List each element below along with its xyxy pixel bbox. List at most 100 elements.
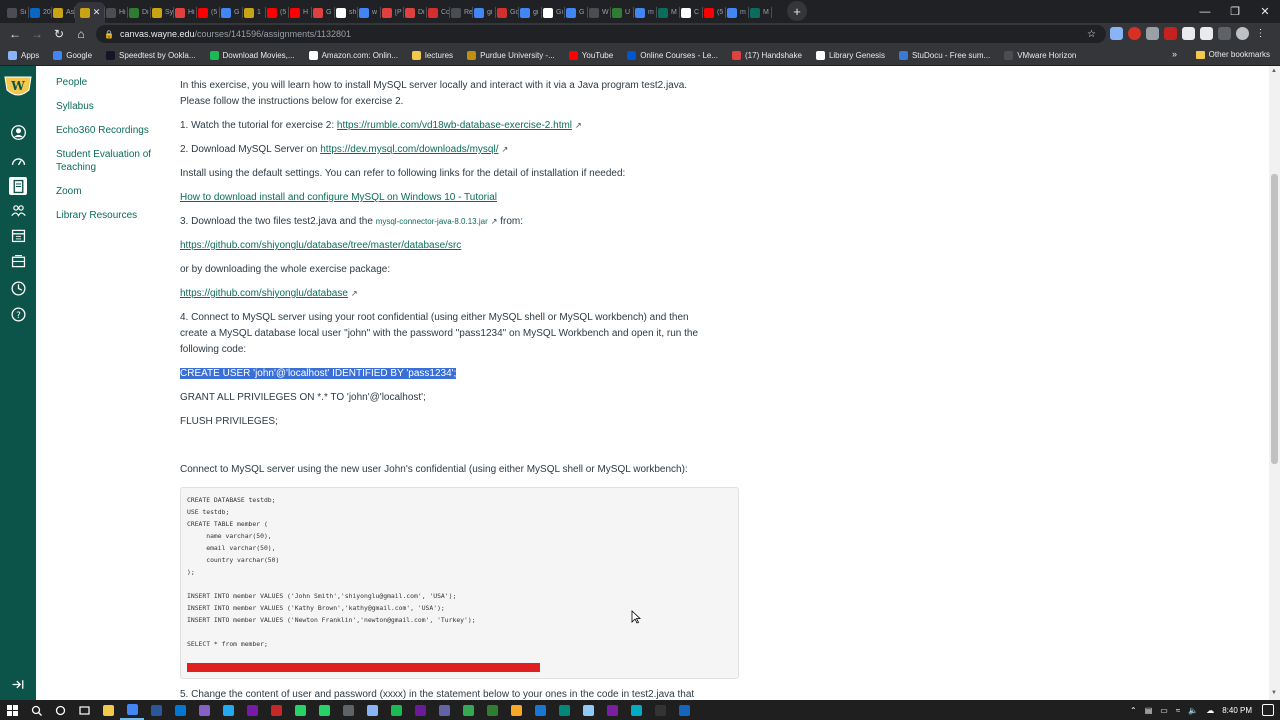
start-button[interactable]: [0, 700, 24, 720]
new-tab-button[interactable]: +: [787, 1, 807, 21]
courses-icon[interactable]: [9, 177, 27, 195]
volume-icon[interactable]: 🔈: [1188, 706, 1198, 715]
browser-tab[interactable]: w: [358, 2, 381, 23]
taskbar-onenote-icon[interactable]: [240, 700, 264, 720]
browser-tab[interactable]: G: [312, 2, 335, 23]
browser-tab[interactable]: (5: [703, 2, 726, 23]
taskbar-visual-studio-icon[interactable]: [192, 700, 216, 720]
browser-tab[interactable]: G: [220, 2, 243, 23]
install-tutorial-link[interactable]: How to download install and configure My…: [180, 190, 497, 206]
course-nav-student-evaluation[interactable]: Student Evaluation of Teaching: [56, 148, 156, 174]
browser-tab[interactable]: m: [726, 2, 749, 23]
taskbar-app-cyan-icon[interactable]: [624, 700, 648, 720]
browser-tab[interactable]: 20: [29, 2, 52, 23]
extension-gray-icon[interactable]: [1146, 27, 1159, 40]
bookmark-item[interactable]: Download Movies,...: [209, 50, 295, 60]
scroll-up-arrow-icon[interactable]: ▲: [1271, 68, 1277, 74]
bookmark-item[interactable]: Library Genesis: [815, 50, 885, 60]
inbox-icon[interactable]: [8, 251, 28, 271]
bookmark-star-icon[interactable]: ☆: [1087, 29, 1096, 40]
browser-tab[interactable]: As: [52, 2, 75, 23]
taskbar-vscode-icon[interactable]: [216, 700, 240, 720]
connector-jar-link[interactable]: mysql-connector-java-8.0.13.jar: [376, 217, 488, 226]
browser-tab[interactable]: W: [588, 2, 611, 23]
browser-tab[interactable]: Di: [128, 2, 151, 23]
browser-tab[interactable]: Go: [496, 2, 519, 23]
github-src-link[interactable]: https://github.com/shiyonglu/database/tr…: [180, 238, 461, 254]
taskbar-file-explorer-icon[interactable]: [96, 700, 120, 720]
scrollbar-thumb[interactable]: [1271, 174, 1278, 464]
bookmark-item[interactable]: (17) Handshake: [732, 50, 802, 60]
reading-list-icon[interactable]: [1200, 27, 1213, 40]
home-icon[interactable]: ⌂: [70, 23, 92, 45]
cortana-icon[interactable]: [48, 700, 72, 720]
onedrive-icon[interactable]: ☁: [1206, 706, 1214, 715]
help-icon[interactable]: ?: [8, 304, 28, 324]
bookmark-item[interactable]: Apps: [8, 50, 39, 60]
page-scrollbar[interactable]: ▲ ▼: [1269, 66, 1280, 700]
taskbar-app-lightblue-icon[interactable]: [576, 700, 600, 720]
browser-tab[interactable]: Di: [404, 2, 427, 23]
forward-icon[interactable]: →: [26, 23, 48, 45]
battery-icon[interactable]: ▭: [1160, 706, 1168, 715]
browser-tab[interactable]: Si: [6, 2, 29, 23]
bookmark-item[interactable]: Amazon.com: Onlin...: [308, 50, 398, 60]
taskbar-whatsapp-icon[interactable]: [288, 700, 312, 720]
other-bookmarks[interactable]: Other bookmarks: [1195, 50, 1270, 59]
bookmark-item[interactable]: Speedtest by Ookla...: [106, 50, 196, 60]
browser-tab[interactable]: C: [680, 2, 703, 23]
bookmark-item[interactable]: Purdue University -...: [467, 50, 555, 60]
taskbar-terminal-icon[interactable]: [648, 700, 672, 720]
browser-tab[interactable]: H: [289, 2, 312, 23]
browser-tab[interactable]: U: [611, 2, 634, 23]
show-hidden-icons-chevron-icon[interactable]: ⌃: [1130, 706, 1137, 715]
course-nav-library-resources[interactable]: Library Resources: [56, 209, 137, 222]
taskbar-app-red-icon[interactable]: [264, 700, 288, 720]
browser-tab[interactable]: sh: [335, 2, 358, 23]
sql-flush[interactable]: FLUSH PRIVILEGES;: [180, 414, 278, 430]
taskbar-app-blue-icon[interactable]: [528, 700, 552, 720]
wifi-icon[interactable]: ≈: [1176, 706, 1180, 715]
collapse-nav-icon[interactable]: [8, 674, 28, 694]
taskbar-pen-tool-icon[interactable]: [360, 700, 384, 720]
history-icon[interactable]: [8, 278, 28, 298]
bookmark-item[interactable]: Online Courses - Le...: [627, 50, 718, 60]
more-bookmarks-chevron-icon[interactable]: »: [1172, 49, 1177, 59]
reload-icon[interactable]: ↻: [48, 23, 70, 45]
extension-record-icon[interactable]: [1128, 27, 1141, 40]
browser-tab[interactable]: (5: [266, 2, 289, 23]
browser-tab[interactable]: Cc: [427, 2, 450, 23]
browser-tab[interactable]: Sy: [151, 2, 174, 23]
task-view-icon[interactable]: [72, 700, 96, 720]
course-nav-zoom[interactable]: Zoom: [56, 185, 82, 198]
tab-close-icon[interactable]: ✕: [93, 7, 101, 18]
search-icon[interactable]: [24, 700, 48, 720]
groups-icon[interactable]: [8, 200, 28, 220]
code-block[interactable]: CREATE DATABASE testdb; USE testdb; CREA…: [180, 487, 739, 679]
calendar-icon[interactable]: [8, 225, 28, 245]
selected-text[interactable]: CREATE USER 'john'@'localhost' IDENTIFIE…: [180, 368, 457, 379]
taskbar-app-teal-icon[interactable]: [552, 700, 576, 720]
media-control-icon[interactable]: [1218, 27, 1231, 40]
course-nav-syllabus[interactable]: Syllabus: [56, 100, 94, 113]
browser-tab[interactable]: gi: [473, 2, 496, 23]
taskbar-app-yellow-icon[interactable]: [504, 700, 528, 720]
wayne-state-logo[interactable]: W: [3, 72, 33, 102]
close-window-button[interactable]: ✕: [1250, 0, 1280, 23]
course-nav-people[interactable]: People: [56, 76, 87, 89]
bookmark-item[interactable]: YouTube: [568, 50, 613, 60]
extensions-puzzle-icon[interactable]: [1182, 27, 1195, 40]
browser-tab[interactable]: Hi: [174, 2, 197, 23]
bookmark-item[interactable]: StuDocu - Free sum...: [898, 50, 990, 60]
address-bar[interactable]: 🔒 canvas.wayne.edu/courses/141596/assign…: [96, 25, 1106, 43]
browser-tab[interactable]: m: [634, 2, 657, 23]
step-2-link[interactable]: https://dev.mysql.com/downloads/mysql/: [320, 144, 498, 155]
minimize-button[interactable]: —: [1190, 0, 1220, 23]
restore-button[interactable]: ❐: [1220, 0, 1250, 23]
browser-tab[interactable]: gi: [519, 2, 542, 23]
taskbar-app-purple-icon[interactable]: [408, 700, 432, 720]
account-icon[interactable]: [8, 122, 28, 142]
back-icon[interactable]: ←: [4, 23, 26, 45]
browser-tab[interactable]: 1: [243, 2, 266, 23]
bookmark-item[interactable]: lectures: [412, 50, 453, 60]
